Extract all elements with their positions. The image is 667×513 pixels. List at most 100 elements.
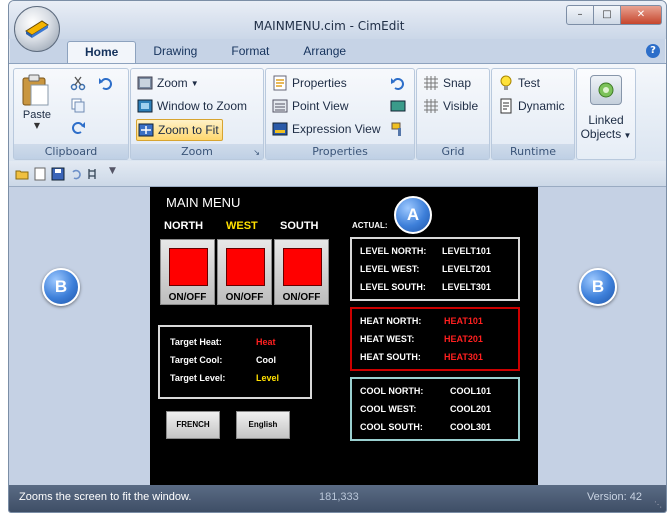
app-logo-icon [25, 20, 49, 38]
grid-visible-icon [423, 98, 439, 114]
target-level-label: Target Level: [170, 373, 226, 383]
paste-dropdown-icon: ▼ [33, 121, 41, 130]
undo-button[interactable] [98, 75, 118, 93]
properties-screen-icon[interactable] [390, 98, 406, 118]
scissors-icon [70, 76, 86, 91]
app-window: MAINMENU.cim - CimEdit – □ ✕ Home Drawin… [8, 0, 667, 513]
north-onoff-button[interactable]: ON/OFF [160, 239, 215, 305]
grid-group: Snap Visible Grid [416, 68, 490, 160]
expression-view-icon [272, 121, 288, 137]
test-label: Test [518, 76, 541, 90]
heat-panel: HEAT NORTH: HEAT101 HEAT WEST: HEAT201 H… [350, 307, 520, 371]
snap-label: Snap [443, 76, 472, 90]
runtime-group-label: Runtime [492, 144, 574, 159]
heat-west-value: HEAT201 [444, 334, 483, 344]
structure-icon[interactable] [87, 166, 101, 180]
south-onoff-button[interactable]: ON/OFF [274, 239, 329, 305]
paste-icon [22, 74, 49, 106]
properties-brush-icon[interactable] [390, 121, 406, 141]
properties-label: Properties [292, 76, 347, 90]
tab-format[interactable]: Format [214, 41, 286, 63]
new-file-icon[interactable] [33, 166, 47, 181]
target-cool-value[interactable]: Cool [256, 355, 276, 365]
properties-icon [272, 75, 288, 91]
west-onoff-button[interactable]: ON/OFF [217, 239, 272, 305]
expression-view-button[interactable]: Expression View [272, 119, 381, 139]
redo-button[interactable] [70, 119, 90, 137]
heat-south-label: HEAT SOUTH: [360, 352, 421, 362]
properties-undo-icon[interactable] [390, 75, 406, 95]
minimize-button[interactable]: – [566, 5, 594, 25]
lightbulb-icon [498, 75, 514, 91]
open-folder-icon[interactable] [15, 166, 29, 180]
zoom-dropdown-icon: ▼ [190, 78, 199, 88]
target-heat-label: Target Heat: [170, 337, 222, 347]
point-view-button[interactable]: Point View [272, 96, 348, 116]
linked-objects-label-2: Objects [580, 127, 622, 141]
redo-icon [72, 122, 85, 134]
quick-access-toolbar: ▼ [9, 161, 666, 187]
clipboard-group-label: Clipboard [14, 144, 128, 159]
copy-button[interactable] [70, 97, 90, 115]
point-view-icon [272, 98, 288, 114]
linked-objects-button[interactable]: Linked Objects ▼ [576, 68, 636, 160]
snap-grid-icon [423, 75, 439, 91]
tab-home[interactable]: Home [67, 41, 137, 64]
cool-north-value: COOL101 [450, 386, 492, 396]
properties-group-label: Properties [266, 144, 414, 159]
actual-label: ACTUAL: [352, 221, 388, 230]
heat-north-label: HEAT NORTH: [360, 316, 422, 326]
linked-objects-label-1: Linked [588, 113, 624, 127]
tab-arrange[interactable]: Arrange [286, 41, 363, 63]
level-panel: LEVEL NORTH: LEVELT101 LEVEL WEST: LEVEL… [350, 237, 520, 301]
undo-quick-icon[interactable] [69, 166, 83, 180]
clipboard-group: Paste ▼ Clipboard [13, 68, 129, 160]
window-to-zoom-button[interactable]: Window to Zoom [137, 96, 247, 116]
properties-button[interactable]: Properties [272, 73, 347, 93]
status-message: Zooms the screen to fit the window. [19, 491, 192, 503]
heat-west-label: HEAT WEST: [360, 334, 415, 344]
test-button[interactable]: Test [498, 73, 540, 93]
zoom-button[interactable]: Zoom ▼ [137, 73, 199, 93]
resize-grip-icon[interactable]: ⋱ [654, 500, 664, 510]
level-south-value: LEVELT301 [442, 282, 491, 292]
target-level-value[interactable]: Level [256, 373, 279, 383]
close-button[interactable]: ✕ [620, 5, 662, 25]
west-indicator [226, 248, 265, 286]
level-west-label: LEVEL WEST: [360, 264, 420, 274]
cool-south-value: COOL301 [450, 422, 492, 432]
zoom-to-fit-button[interactable]: Zoom to Fit [136, 119, 223, 141]
tab-drawing[interactable]: Drawing [136, 41, 214, 63]
cursor-coordinates: 181,333 [319, 491, 359, 503]
paste-button[interactable]: Paste ▼ [20, 73, 54, 133]
status-bar: Zooms the screen to fit the window. 181,… [9, 485, 666, 512]
drawing-canvas[interactable]: MAIN MENU NORTH WEST SOUTH ON/OFF ON/OFF… [9, 187, 666, 485]
cut-button[interactable] [70, 75, 90, 93]
help-icon[interactable]: ? [646, 44, 660, 58]
cool-north-label: COOL NORTH: [360, 386, 424, 396]
application-menu-button[interactable] [14, 6, 60, 52]
dynamic-label: Dynamic [518, 99, 565, 113]
west-onoff-label: ON/OFF [225, 292, 264, 303]
north-indicator [169, 248, 208, 286]
french-button[interactable]: FRENCH [166, 411, 220, 439]
level-west-value: LEVELT201 [442, 264, 491, 274]
zoom-group: Zoom ▼ Window to Zoom Zoom to Fit Zoom ↘ [130, 68, 264, 160]
grid-visible-label: Visible [443, 99, 479, 113]
target-cool-label: Target Cool: [170, 355, 223, 365]
screen-title: MAIN MENU [166, 195, 241, 210]
grid-visible-button[interactable]: Visible [423, 96, 478, 116]
snap-button[interactable]: Snap [423, 73, 471, 93]
heat-north-value: HEAT101 [444, 316, 483, 326]
customize-toolbar-icon[interactable]: ▼ [109, 166, 123, 180]
title-bar: MAINMENU.cim - CimEdit – □ ✕ [9, 1, 666, 39]
save-icon[interactable] [51, 166, 65, 181]
maximize-button[interactable]: □ [593, 5, 621, 25]
target-heat-value[interactable]: Heat [256, 337, 276, 347]
english-button[interactable]: English [236, 411, 290, 439]
dynamic-button[interactable]: Dynamic [498, 96, 565, 116]
cool-west-label: COOL WEST: [360, 404, 417, 414]
zone-south-label: SOUTH [280, 220, 319, 232]
zoom-dialog-launcher-icon[interactable]: ↘ [253, 148, 260, 157]
undo-icon [99, 78, 112, 90]
